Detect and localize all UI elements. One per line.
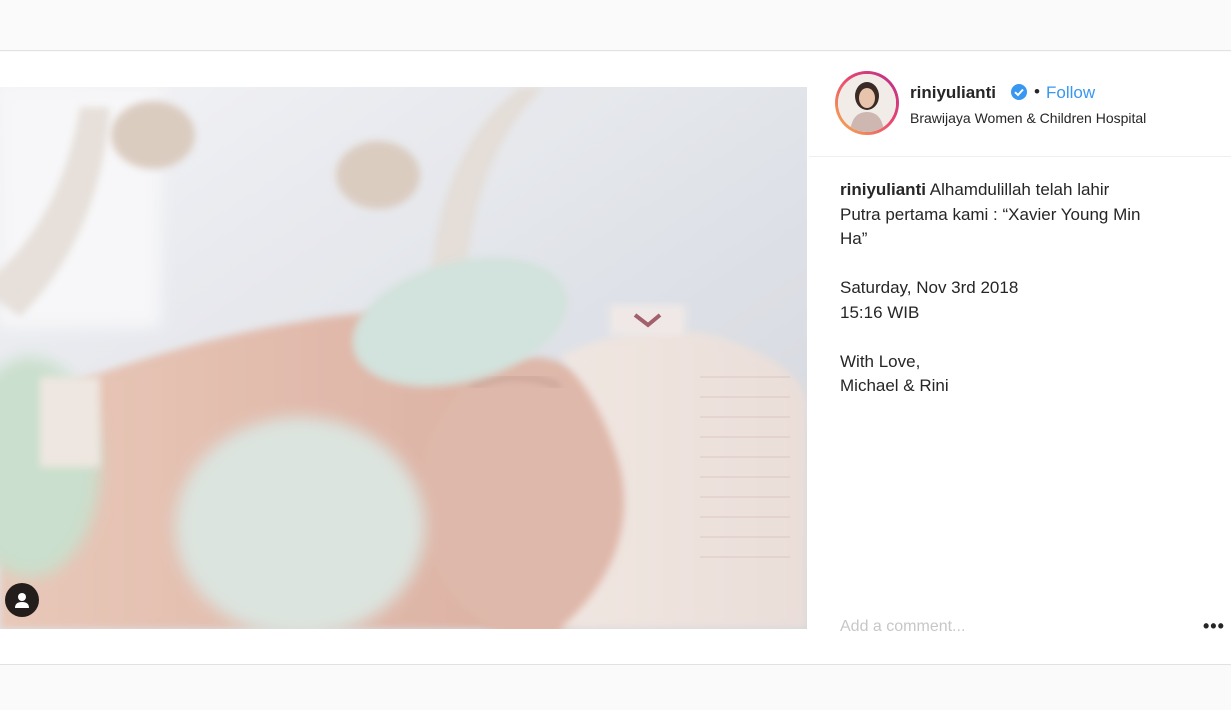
avatar-image — [838, 74, 896, 132]
verified-badge-icon — [1010, 83, 1028, 101]
more-options-button[interactable]: ••• — [1203, 616, 1225, 637]
caption-line: Putra pertama kami : “Xavier Young Min — [840, 204, 1141, 224]
comment-row: ••• — [809, 608, 1231, 648]
caption-line: Ha” — [840, 229, 868, 248]
post-side-panel: riniyulianti • Follow Brawijaya Women & … — [809, 52, 1231, 664]
caption-line: Saturday, Nov 3rd 2018 — [840, 278, 1019, 297]
post-header: riniyulianti • Follow Brawijaya Women & … — [809, 52, 1231, 157]
post-photo[interactable] — [0, 87, 807, 629]
caption-line: Michael & Rini — [840, 376, 949, 395]
caption-username[interactable]: riniyulianti — [840, 180, 926, 199]
username-link[interactable]: riniyulianti — [910, 83, 996, 103]
follow-button[interactable]: Follow — [1046, 83, 1095, 103]
baby-photo-image — [0, 87, 807, 629]
avatar[interactable] — [835, 71, 899, 135]
post-caption: riniyulianti Alhamdulillah telah lahir P… — [840, 178, 1200, 399]
user-tag-icon[interactable] — [5, 583, 39, 617]
separator-dot: • — [1034, 82, 1040, 101]
post-card: riniyulianti • Follow Brawijaya Women & … — [0, 52, 1231, 665]
caption-line: 15:16 WIB — [840, 302, 920, 322]
caption-line: With Love, — [840, 351, 921, 371]
top-bar — [0, 0, 1231, 51]
comment-input[interactable] — [840, 616, 1140, 638]
location-link[interactable]: Brawijaya Women & Children Hospital — [910, 110, 1146, 126]
caption-line: Alhamdulillah telah lahir — [929, 180, 1110, 199]
